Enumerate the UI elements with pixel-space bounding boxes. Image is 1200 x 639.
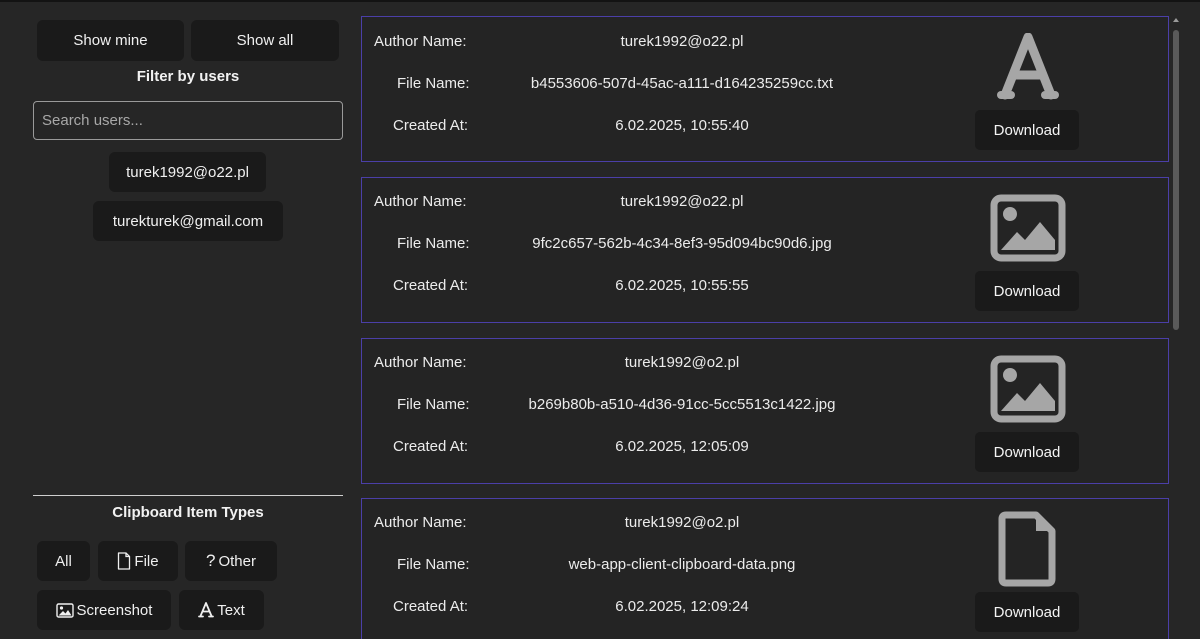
created-at-value: 6.02.2025, 12:05:09 (615, 438, 749, 455)
created-at-value: 6.02.2025, 10:55:55 (615, 277, 749, 294)
clipboard-item-card: Author Name: File Name: Created At: ture… (361, 338, 1169, 484)
scrollbar-thumb[interactable] (1173, 30, 1179, 330)
list-scrollbar[interactable] (1172, 16, 1180, 639)
file-name-label: File Name: (397, 396, 470, 413)
user-filter-chip[interactable]: turek1992@o22.pl (109, 152, 266, 192)
search-users-input[interactable] (33, 101, 343, 140)
type-filter-label: Other (218, 552, 256, 570)
created-at-value: 6.02.2025, 10:55:40 (615, 117, 749, 134)
file-name-value: b4553606-507d-45ac-a111-d164235259cc.txt (530, 75, 834, 92)
author-value: turek1992@o22.pl (620, 193, 744, 210)
type-filter-label: Text (217, 601, 245, 619)
type-filter-screenshot-button[interactable]: Screenshot (37, 590, 171, 630)
image-icon (990, 353, 1066, 425)
type-filter-label: File (134, 552, 159, 570)
clipboard-items-list: Author Name: File Name: Created At: ture… (361, 16, 1169, 639)
type-filter-label: Screenshot (76, 601, 153, 619)
download-button[interactable]: Download (975, 592, 1079, 632)
type-filter-label: All (55, 552, 72, 570)
scroll-up-arrow-icon[interactable] (1173, 18, 1179, 22)
created-at-value: 6.02.2025, 12:09:24 (615, 598, 749, 615)
file-name-value: b269b80b-a510-4d36-91cc-5cc5513c1422.jpg (528, 396, 836, 413)
created-at-label: Created At: (393, 438, 469, 455)
author-label: Author Name: (374, 354, 467, 371)
font-icon (198, 602, 215, 618)
created-at-label: Created At: (393, 598, 469, 615)
sidebar-divider (33, 495, 343, 496)
download-button[interactable]: Download (975, 271, 1079, 311)
clipboard-item-card: Author Name: File Name: Created At: ture… (361, 177, 1169, 323)
type-filter-all-button[interactable]: All (37, 541, 90, 581)
file-name-value: web-app-client-clipboard-data.png (568, 556, 796, 573)
file-name-value: 9fc2c657-562b-4c34-8ef3-95d094bc90d6.jpg (532, 235, 832, 252)
sidebar: Show mine Show all Filter by users turek… (0, 0, 360, 639)
type-filter-text-button[interactable]: Text (179, 590, 264, 630)
file-icon (117, 552, 131, 570)
clipboard-item-types-heading: Clipboard Item Types (112, 504, 264, 521)
show-all-button[interactable]: Show all (191, 20, 339, 61)
show-mine-button[interactable]: Show mine (37, 20, 184, 61)
author-label: Author Name: (374, 193, 467, 210)
file-name-label: File Name: (397, 235, 470, 252)
file-name-label: File Name: (397, 556, 470, 573)
font-icon (990, 31, 1066, 103)
author-value: turek1992@o2.pl (624, 354, 740, 371)
author-label: Author Name: (374, 514, 467, 531)
file-name-label: File Name: (397, 75, 470, 92)
question-icon: ? (206, 551, 216, 570)
clipboard-item-card: Author Name: File Name: Created At: ture… (361, 16, 1169, 162)
type-filter-file-button[interactable]: File (98, 541, 178, 581)
created-at-label: Created At: (393, 277, 469, 294)
filter-by-users-heading: Filter by users (136, 68, 240, 85)
author-value: turek1992@o22.pl (620, 33, 744, 50)
clipboard-item-card: Author Name: File Name: Created At: ture… (361, 498, 1169, 639)
download-button[interactable]: Download (975, 110, 1079, 150)
type-filter-other-button[interactable]: ? Other (185, 541, 277, 581)
image-icon (55, 602, 74, 618)
user-filter-chip[interactable]: turekturek@gmail.com (93, 201, 283, 241)
author-label: Author Name: (374, 33, 467, 50)
download-button[interactable]: Download (975, 432, 1079, 472)
file-icon (990, 511, 1066, 587)
image-icon (990, 192, 1066, 264)
created-at-label: Created At: (393, 117, 469, 134)
author-value: turek1992@o2.pl (624, 514, 740, 531)
